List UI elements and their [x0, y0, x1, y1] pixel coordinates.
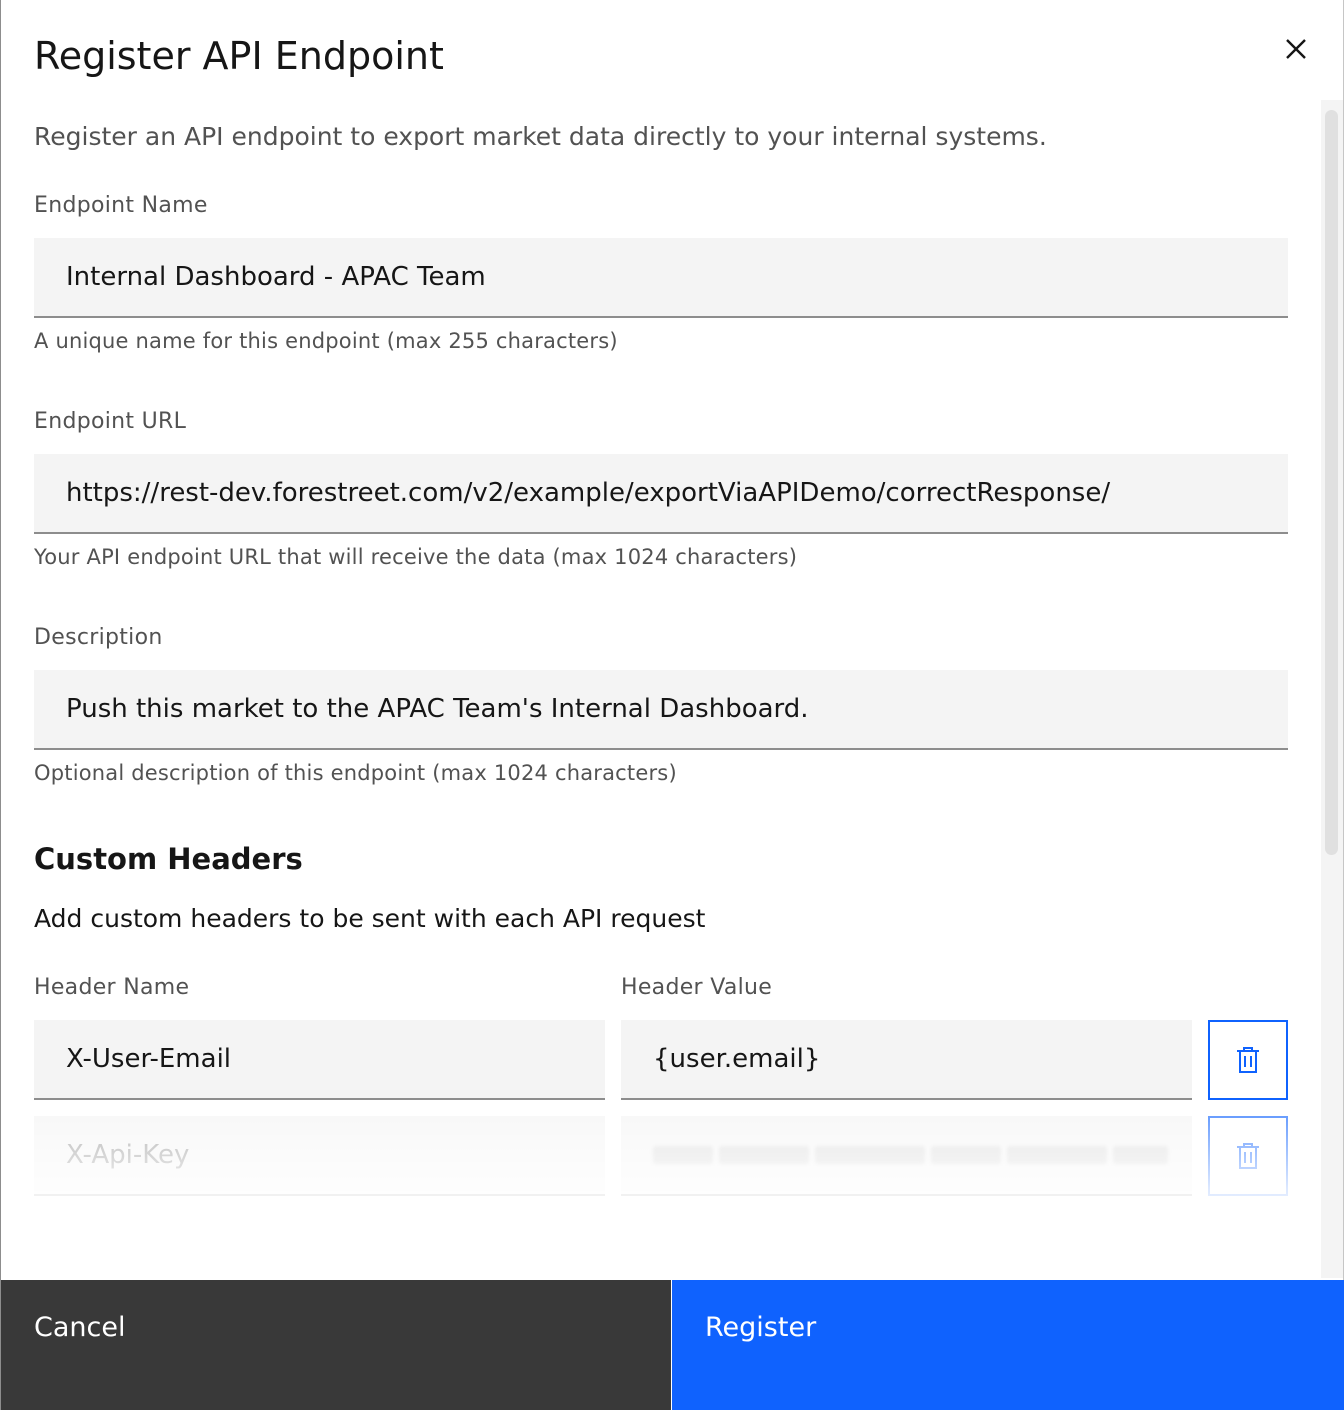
description-input[interactable]: Push this market to the APAC Team's Inte…	[34, 670, 1288, 750]
description-label: Description	[34, 625, 163, 650]
endpoint-url-helper: Your API endpoint URL that will receive …	[34, 545, 798, 569]
header-value-input[interactable]	[621, 1116, 1192, 1196]
endpoint-url-input[interactable]: https://rest-dev.forestreet.com/v2/examp…	[34, 454, 1288, 534]
register-button[interactable]: Register	[672, 1280, 1344, 1410]
modal-title: Register API Endpoint	[34, 34, 444, 78]
header-name-input[interactable]: X-User-Email	[34, 1020, 605, 1100]
endpoint-url-label: Endpoint URL	[34, 409, 187, 434]
header-value-input[interactable]: {user.email}	[621, 1020, 1192, 1100]
register-endpoint-modal: Register API Endpoint Register an API en…	[0, 0, 1344, 1410]
description-value: Push this market to the APAC Team's Inte…	[66, 694, 809, 724]
masked-header-value	[653, 1146, 1168, 1164]
close-icon	[1286, 39, 1306, 59]
header-name-label: Header Name	[34, 975, 190, 1000]
header-name-value: X-Api-Key	[66, 1140, 190, 1170]
header-value-value: {user.email}	[653, 1044, 821, 1074]
custom-headers-title: Custom Headers	[34, 842, 303, 876]
modal-intro: Register an API endpoint to export marke…	[34, 122, 1047, 151]
cancel-button[interactable]: Cancel	[1, 1280, 671, 1410]
endpoint-url-value: https://rest-dev.forestreet.com/v2/examp…	[66, 478, 1111, 508]
description-helper: Optional description of this endpoint (m…	[34, 761, 677, 785]
trash-icon	[1237, 1047, 1259, 1073]
delete-header-button[interactable]	[1208, 1020, 1288, 1100]
close-button[interactable]	[1273, 26, 1319, 72]
header-name-value: X-User-Email	[66, 1044, 232, 1074]
header-value-label: Header Value	[621, 975, 773, 1000]
endpoint-name-input[interactable]: Internal Dashboard - APAC Team	[34, 238, 1288, 318]
endpoint-name-label: Endpoint Name	[34, 193, 208, 218]
delete-header-button[interactable]	[1208, 1116, 1288, 1196]
scrollbar-thumb[interactable]	[1325, 110, 1338, 855]
trash-icon	[1237, 1143, 1259, 1169]
custom-headers-description: Add custom headers to be sent with each …	[34, 904, 706, 933]
endpoint-name-helper: A unique name for this endpoint (max 255…	[34, 329, 618, 353]
endpoint-name-value: Internal Dashboard - APAC Team	[66, 262, 486, 292]
header-name-input[interactable]: X-Api-Key	[34, 1116, 605, 1196]
